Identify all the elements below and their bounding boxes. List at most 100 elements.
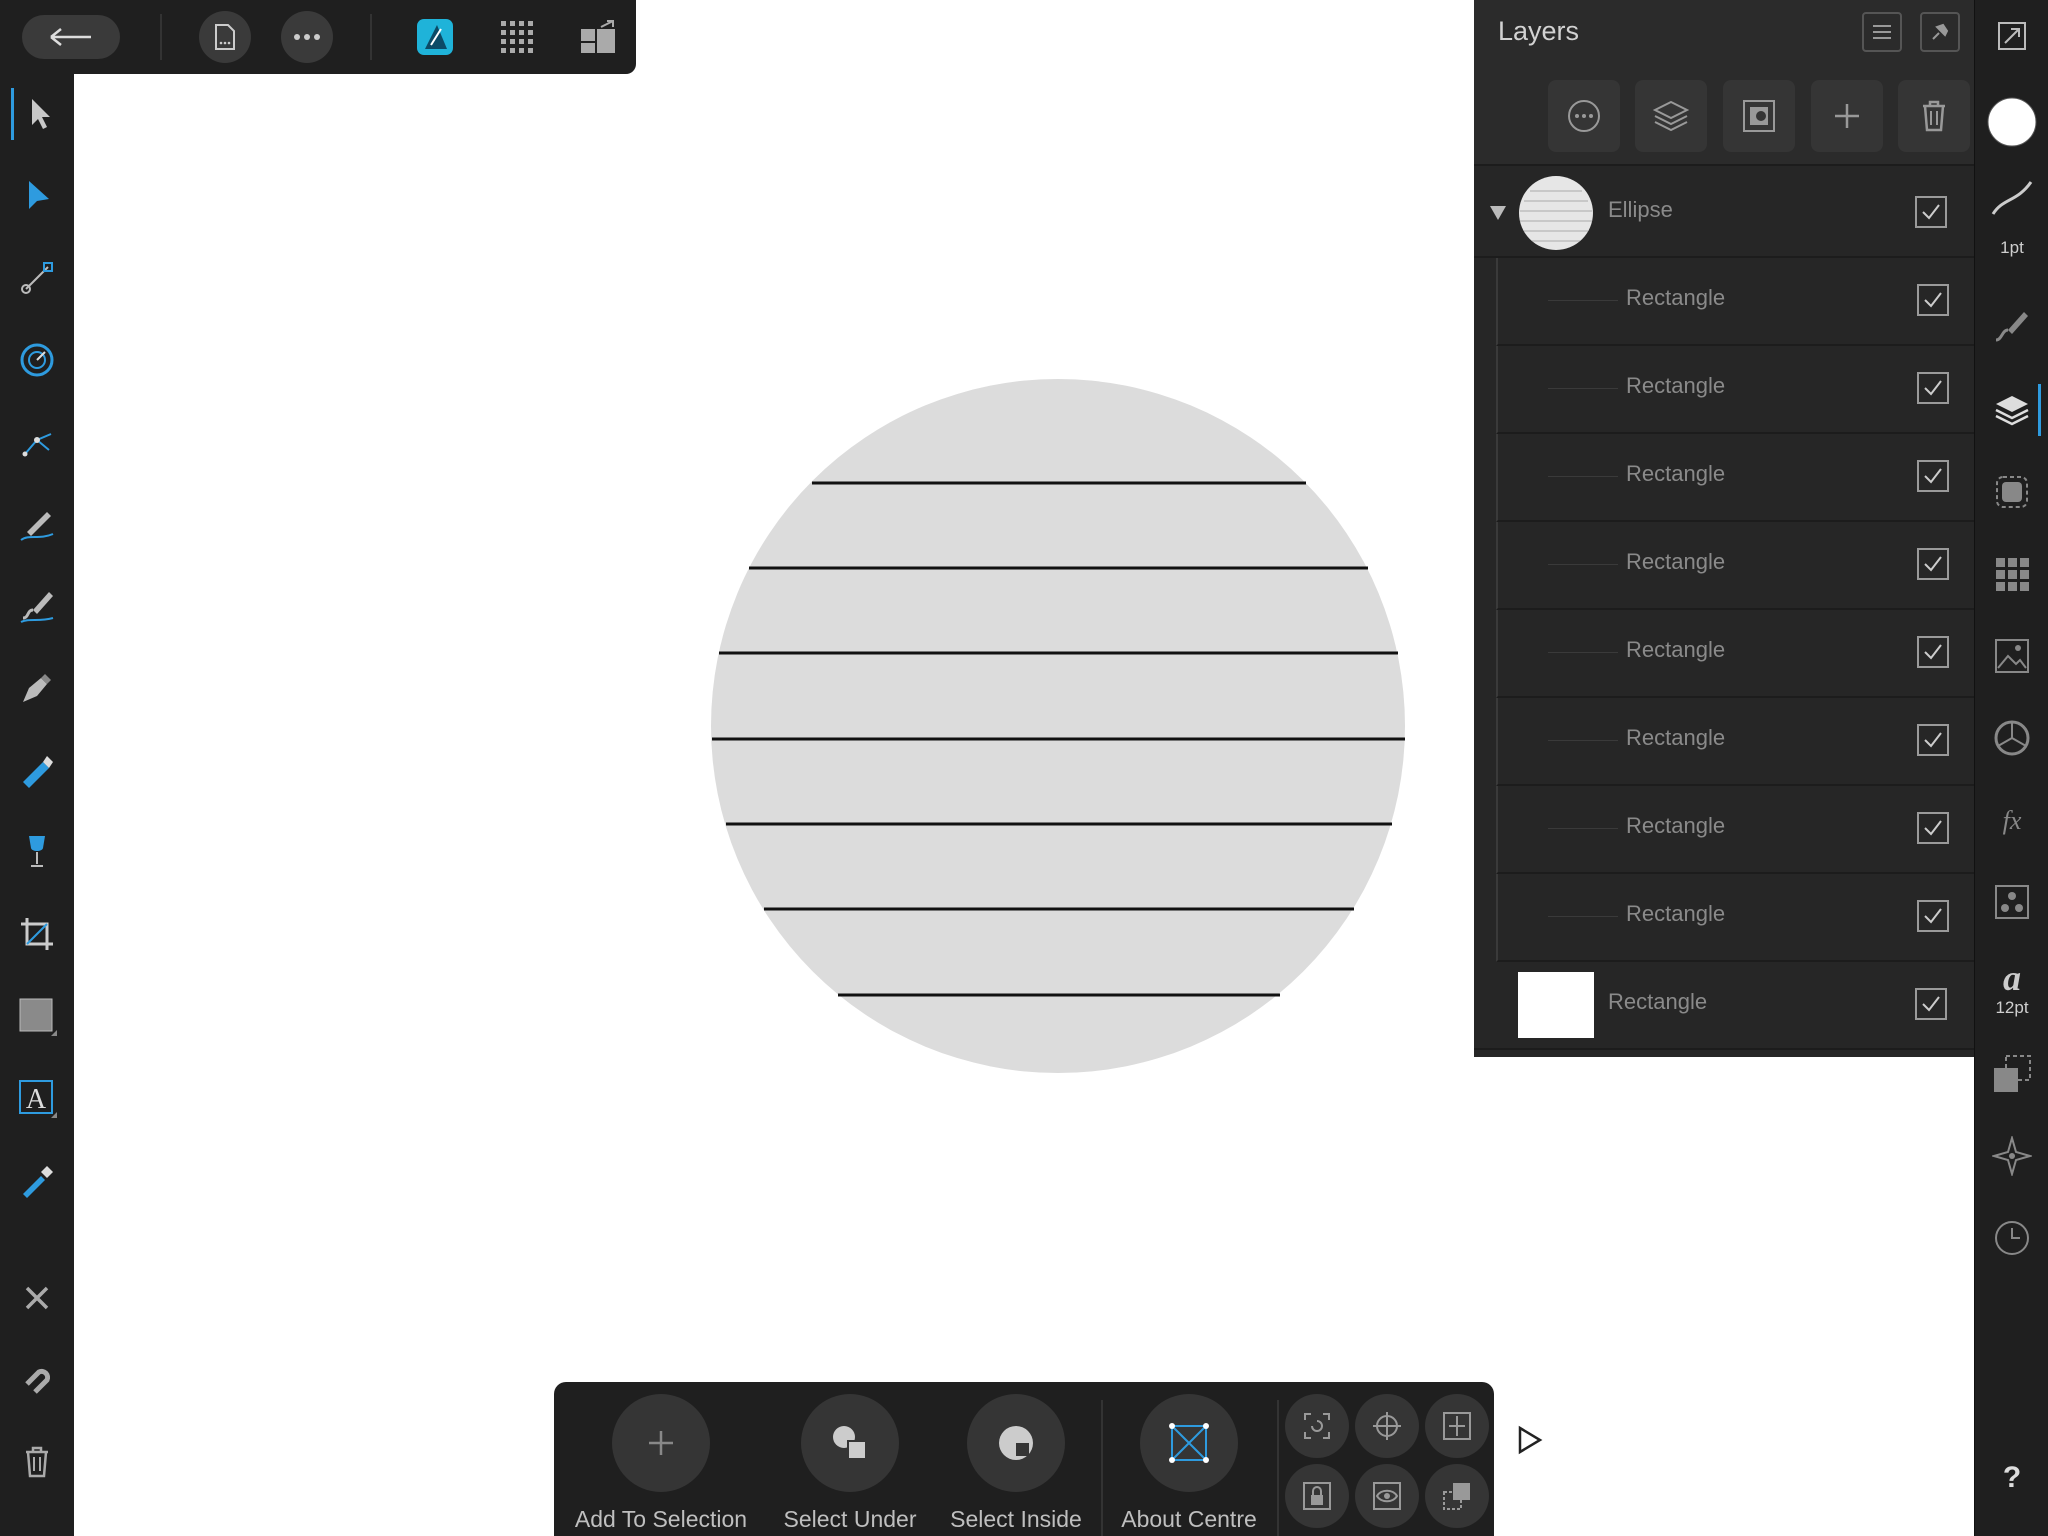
transform-button[interactable] (1986, 1048, 2038, 1100)
history-button[interactable] (1986, 1212, 2038, 1264)
layer-visibility-checkbox[interactable] (1915, 988, 1947, 1020)
layers-studio-button[interactable] (1986, 384, 2041, 436)
checkmark-icon (1924, 820, 1942, 836)
layer-row-background-rectangle[interactable]: Rectangle (1474, 962, 1974, 1050)
delete-layer-button[interactable] (1898, 80, 1970, 152)
trash-icon (1923, 100, 1945, 132)
shape-tool[interactable] (11, 990, 63, 1042)
layer-visibility-checkbox[interactable] (1915, 196, 1947, 228)
pin-panel-button[interactable] (1920, 12, 1960, 52)
add-mask-button[interactable] (1723, 80, 1795, 152)
select-under-button[interactable] (801, 1394, 899, 1492)
color-swatch-button[interactable] (1986, 96, 2038, 148)
layer-name: Ellipse (1608, 197, 1673, 222)
fx-button[interactable]: fx (1986, 794, 2038, 846)
select-inside-button[interactable] (967, 1394, 1065, 1492)
layer-visibility-checkbox[interactable] (1917, 460, 1949, 492)
ellipsis-icon (294, 34, 320, 40)
about-centre-button[interactable] (1140, 1394, 1238, 1492)
text-tool[interactable]: A (11, 1072, 63, 1124)
reset-rotation-button[interactable] (1285, 1394, 1349, 1458)
layer-visibility-checkbox[interactable] (1917, 812, 1949, 844)
layer-visibility-checkbox[interactable] (1917, 636, 1949, 668)
text-styles-button[interactable]: a (1986, 952, 2038, 1004)
point-transform-tool[interactable] (11, 416, 63, 468)
layer-visibility-checkbox[interactable] (1917, 372, 1949, 404)
add-to-selection-label: Add To Selection (574, 1506, 748, 1532)
layer-row-rectangle[interactable]: Rectangle (1496, 610, 1976, 698)
navigator-button[interactable] (1986, 1130, 2038, 1182)
assets-button[interactable] (1986, 630, 2038, 682)
layer-row-rectangle[interactable]: Rectangle (1496, 522, 1976, 610)
point-transform-icon (22, 433, 52, 457)
move-origin-button[interactable] (1355, 1394, 1419, 1458)
close-tool[interactable] (11, 1272, 63, 1324)
stroke-button[interactable] (1986, 172, 2038, 224)
layer-row-rectangle[interactable]: Rectangle (1496, 874, 1976, 962)
pencil-icon (20, 512, 54, 541)
add-pixel-layer-button[interactable] (1635, 80, 1707, 152)
expand-toolbar-button[interactable] (1510, 1420, 1550, 1460)
pen-tool[interactable] (11, 662, 63, 714)
brushes-button[interactable] (1986, 300, 2038, 352)
arrange-button[interactable] (1425, 1464, 1489, 1528)
layer-row-rectangle[interactable]: Rectangle (1496, 258, 1976, 346)
layer-thumbnail (1548, 916, 1618, 917)
delete-tool[interactable] (11, 1436, 63, 1488)
layer-visibility-checkbox[interactable] (1917, 284, 1949, 316)
document-menu-button[interactable] (199, 11, 251, 63)
more-options-button[interactable] (281, 11, 333, 63)
checkmark-icon (1922, 996, 1940, 1012)
node-tool[interactable] (11, 170, 63, 222)
vector-brush-tool[interactable] (11, 580, 63, 632)
divider (1101, 1400, 1103, 1536)
layer-visibility-checkbox[interactable] (1917, 548, 1949, 580)
help-button[interactable]: ? (1986, 1452, 2038, 1504)
color-picker-tool[interactable] (11, 1154, 63, 1206)
effects-button[interactable] (1986, 466, 2038, 518)
plus-icon (649, 1431, 673, 1455)
visibility-button[interactable] (1355, 1464, 1419, 1528)
view-mode-button[interactable] (1986, 10, 2038, 62)
layer-row-ellipse[interactable]: Ellipse (1474, 170, 1974, 258)
layers-icon (1995, 396, 2029, 426)
add-layer-button[interactable] (1811, 80, 1883, 152)
layers-panel: Layers Ellipse Rectangle Rectangle Recta… (1474, 0, 1976, 1057)
layer-row-rectangle[interactable]: Rectangle (1496, 698, 1976, 786)
contour-tool[interactable] (11, 334, 63, 386)
layer-visibility-checkbox[interactable] (1917, 724, 1949, 756)
swatches-button[interactable] (1986, 548, 2038, 600)
layer-visibility-checkbox[interactable] (1917, 900, 1949, 932)
fill-tool[interactable] (11, 744, 63, 796)
styles-button[interactable] (1986, 876, 2038, 928)
designer-persona-button[interactable] (409, 11, 461, 63)
menu-icon (1873, 25, 1891, 39)
fullscreen-icon (1998, 22, 2026, 50)
stroke-width-label: 1pt (2000, 238, 2024, 257)
layer-row-rectangle[interactable]: Rectangle (1496, 786, 1976, 874)
select-under-label: Select Under (783, 1506, 917, 1532)
export-persona-button[interactable] (572, 11, 624, 63)
crop-tool[interactable] (11, 908, 63, 960)
pixel-persona-button[interactable] (491, 11, 543, 63)
pencil-tool[interactable] (11, 498, 63, 550)
corner-tool[interactable] (11, 252, 63, 304)
layer-options-button[interactable] (1548, 80, 1620, 152)
color-wheel-button[interactable] (1986, 712, 2038, 764)
move-tool[interactable] (11, 88, 66, 140)
transparency-tool[interactable] (11, 826, 63, 878)
expand-triangle-icon[interactable] (1488, 203, 1508, 223)
snapping-toggle[interactable] (11, 1354, 63, 1406)
layer-row-rectangle[interactable]: Rectangle (1496, 346, 1976, 434)
add-to-selection-button[interactable] (612, 1394, 710, 1492)
align-button[interactable] (1425, 1394, 1489, 1458)
layers-stack-icon (1652, 100, 1690, 132)
pin-icon (1932, 23, 1949, 40)
layer-thumbnail (1548, 300, 1618, 301)
back-button[interactable] (22, 15, 120, 59)
layer-row-rectangle[interactable]: Rectangle (1496, 434, 1976, 522)
layer-thumbnail (1548, 652, 1618, 653)
lock-children-button[interactable] (1285, 1464, 1349, 1528)
panel-menu-button[interactable] (1862, 12, 1902, 52)
svg-text:a: a (2003, 960, 2021, 996)
